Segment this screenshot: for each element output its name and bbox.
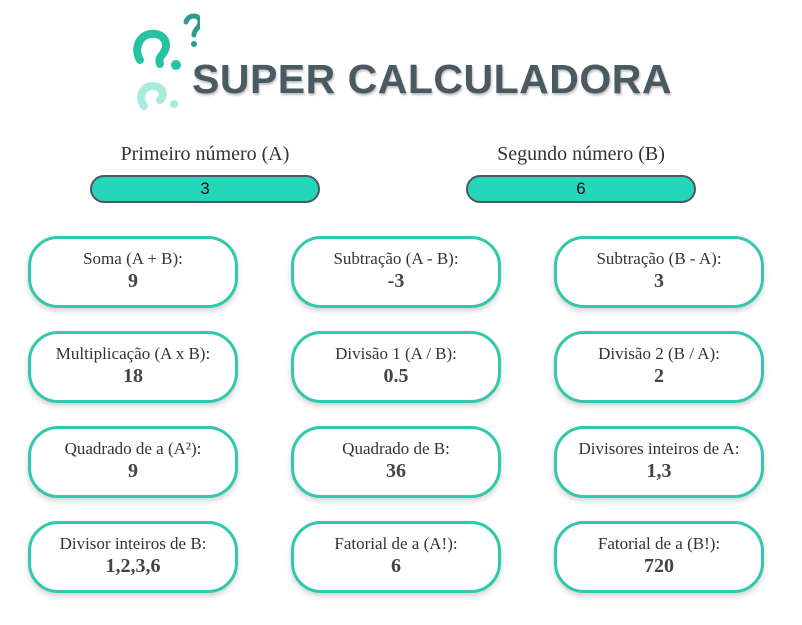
input-a-label: Primeiro número (A): [120, 143, 290, 165]
result-label: Fatorial de a (B!):: [597, 534, 721, 553]
question-marks-logo-icon: [133, 13, 200, 110]
result-card-sum: Soma (A + B): 9: [28, 236, 238, 308]
result-label: Fatorial de a (A!):: [334, 534, 458, 553]
result-label: Divisão 2 (B / A):: [598, 344, 720, 363]
result-label: Quadrado de a (A²):: [64, 439, 202, 458]
result-value: 18: [123, 365, 143, 387]
result-card-sub-ba: Subtração (B - A): 3: [554, 236, 764, 308]
result-card-div-ba: Divisão 2 (B / A): 2: [554, 331, 764, 403]
result-value: 36: [386, 460, 406, 482]
result-card-divisors-a: Divisores inteiros de A: 1,3: [554, 426, 764, 498]
result-value: 6: [391, 555, 401, 577]
result-label: Soma (A + B):: [83, 249, 183, 268]
result-value: 720: [644, 555, 674, 577]
result-label: Multiplicação (A x B):: [55, 344, 211, 363]
input-b-label: Segundo número (B): [497, 143, 665, 165]
result-label: Divisor inteiros de B:: [59, 534, 207, 553]
input-b-field[interactable]: [466, 175, 696, 203]
result-card-factorial-a: Fatorial de a (A!): 6: [291, 521, 501, 593]
input-a-group: Primeiro número (A): [90, 143, 320, 203]
result-card-mult: Multiplicação (A x B): 18: [28, 331, 238, 403]
result-value: 9: [128, 270, 138, 292]
result-value: 9: [128, 460, 138, 482]
result-value: 3: [654, 270, 664, 292]
result-card-factorial-b: Fatorial de a (B!): 720: [554, 521, 764, 593]
result-label: Quadrado de B:: [342, 439, 450, 458]
input-b-group: Segundo número (B): [466, 143, 696, 203]
result-value: 1,2,3,6: [105, 555, 161, 577]
input-a-field[interactable]: [90, 175, 320, 203]
page-title: SUPER CALCULADORA: [192, 56, 672, 102]
result-card-divisors-b: Divisor inteiros de B: 1,2,3,6: [28, 521, 238, 593]
result-label: Subtração (A - B):: [333, 249, 459, 268]
result-label: Divisores inteiros de A:: [578, 439, 740, 458]
result-label: Subtração (B - A):: [596, 249, 722, 268]
result-card-square-b: Quadrado de B: 36: [291, 426, 501, 498]
result-card-div-ab: Divisão 1 (A / B): 0.5: [291, 331, 501, 403]
header: SUPER CALCULADORA: [130, 12, 672, 112]
result-value: -3: [387, 270, 405, 292]
result-value: 2: [654, 365, 664, 387]
result-card-sub-ab: Subtração (A - B): -3: [291, 236, 501, 308]
result-value: 0.5: [383, 365, 409, 387]
result-label: Divisão 1 (A / B):: [335, 344, 457, 363]
result-card-square-a: Quadrado de a (A²): 9: [28, 426, 238, 498]
result-value: 1,3: [646, 460, 672, 482]
